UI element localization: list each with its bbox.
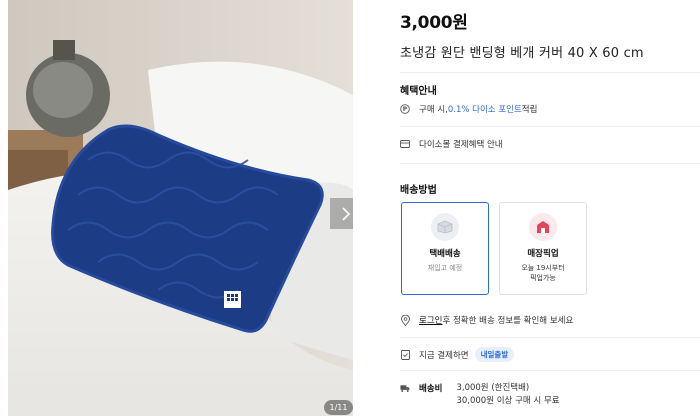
chevron-right-icon <box>341 206 350 221</box>
shipping-fee-label: 배송비 <box>419 384 443 394</box>
divider <box>400 72 700 73</box>
shipping-fee-value: 3,000원 (한진택배) 30,000원 이상 구매 시 무료 <box>456 382 559 408</box>
divider <box>400 126 700 127</box>
delivery-truck-icon <box>400 383 410 393</box>
divider <box>400 370 700 371</box>
shipping-option-pickup[interactable]: 매장픽업 오늘 19시부터 픽업가능 <box>499 202 587 295</box>
points-prefix: 구매 시, <box>419 105 448 115</box>
product-photo <box>8 0 353 416</box>
product-image[interactable]: 1/11 <box>8 0 353 416</box>
login-notice-row: 로그인 후 정확한 배송 정보를 확인해 보세요 <box>400 314 573 326</box>
image-counter: 1/11 <box>324 400 353 415</box>
divider <box>400 337 700 338</box>
pay-now-text: 지금 결제하면 <box>419 350 469 361</box>
divider <box>400 163 700 164</box>
pickup-time-line2: 픽업가능 <box>530 274 556 282</box>
next-image-button[interactable] <box>330 198 353 229</box>
delivery-option-name: 택배배송 <box>429 249 461 259</box>
points-row: P 구매 시, 0.1% 다이소 포인트 적립 <box>400 103 537 115</box>
shipping-option-delivery[interactable]: 택배배송 재입고 예정 <box>401 202 489 295</box>
shipping-title: 배송방법 <box>400 185 437 196</box>
payment-benefit-link[interactable]: 다이소몰 결제혜택 안내 <box>400 138 503 150</box>
pickup-option-name: 매장픽업 <box>527 249 559 259</box>
svg-text:P: P <box>403 106 408 113</box>
payment-benefit-text: 다이소몰 결제혜택 안내 <box>419 140 503 150</box>
point-icon: P <box>400 104 410 114</box>
product-title: 초냉감 원단 밴딩형 베개 커버 40 X 60 cm <box>400 46 644 61</box>
product-info-panel: 3,000원 초냉감 원단 밴딩형 베개 커버 40 X 60 cm 혜택안내 … <box>400 0 700 416</box>
login-link[interactable]: 로그인 <box>419 314 442 326</box>
points-suffix: 적립 <box>521 105 538 115</box>
shipping-fee-line2: 30,000원 이상 구매 시 무료 <box>456 396 560 406</box>
store-icon <box>529 213 557 241</box>
benefits-title: 혜택안내 <box>400 86 437 97</box>
points-highlight: 0.1% 다이소 포인트 <box>447 105 522 115</box>
clipboard-icon <box>400 350 410 360</box>
product-price: 3,000원 <box>400 13 468 33</box>
pickup-time-line1: 오늘 19시부터 <box>521 264 565 272</box>
shipping-fee-row: 배송비 3,000원 (한진택배) 30,000원 이상 구매 시 무료 <box>400 382 560 408</box>
login-notice-text: 후 정확한 배송 정보를 확인해 보세요 <box>442 316 574 326</box>
card-icon <box>400 139 410 149</box>
pickup-option-time: 오늘 19시부터 픽업가능 <box>521 263 564 283</box>
pay-now-row: 지금 결제하면 내일출발 <box>400 347 515 362</box>
location-pin-icon <box>400 314 410 326</box>
shipping-fee-line1: 3,000원 (한진택배) <box>456 383 530 393</box>
arrival-badge: 내일출발 <box>474 347 515 362</box>
truck-icon <box>431 213 459 241</box>
delivery-option-status: 재입고 예정 <box>427 264 463 272</box>
